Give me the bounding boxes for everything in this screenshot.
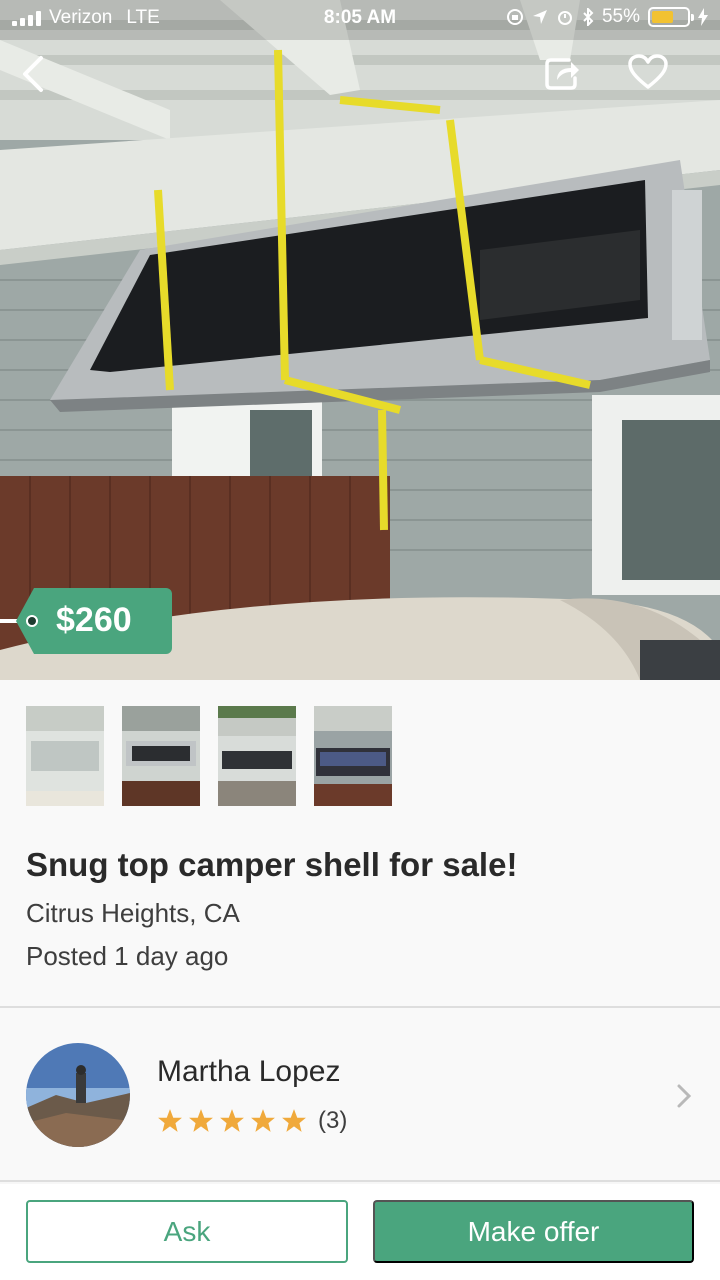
photo-thumbnails [26, 706, 392, 806]
alarm-icon [557, 11, 572, 25]
make-offer-button[interactable]: Make offer [373, 1200, 694, 1263]
share-icon [545, 58, 579, 90]
seller-row[interactable]: Martha Lopez (3) [0, 1008, 720, 1182]
back-arrow-icon [23, 56, 43, 92]
listing-details: Snug top camper shell for sale! Citrus H… [0, 680, 720, 1006]
photo-thumbnail-4[interactable] [314, 706, 392, 806]
chevron-right-icon [677, 1084, 692, 1108]
listing-screen: Verizon LTE 8:05 AM 55% $260 Snug top ca… [0, 0, 720, 1280]
share-button[interactable] [532, 44, 592, 104]
seller-name: Martha Lopez [157, 1055, 341, 1088]
rating-count: (3) [318, 1107, 348, 1134]
battery-icon [648, 7, 694, 27]
listing-location: Citrus Heights, CA [26, 898, 240, 928]
orientation-lock-icon [506, 9, 523, 25]
price-tag: $260 [0, 588, 172, 654]
heart-icon [628, 54, 668, 89]
price-label: $260 [56, 601, 132, 639]
star-icon [189, 1109, 213, 1132]
bluetooth-icon [583, 8, 594, 26]
photo-thumbnail-3[interactable] [218, 706, 296, 806]
ask-button[interactable]: Ask [26, 1200, 348, 1263]
main-listing-photo[interactable] [0, 0, 720, 680]
seller-avatar [26, 1043, 130, 1147]
status-icons: 55% [506, 6, 708, 28]
star-icon [220, 1109, 244, 1132]
status-bar: Verizon LTE 8:05 AM 55% [0, 0, 720, 38]
charging-bolt-icon [698, 8, 708, 26]
battery-percent: 55% [601, 6, 640, 27]
star-icon [251, 1109, 275, 1132]
bottom-action-bar: Ask Make offer [0, 1184, 720, 1280]
photo-thumbnail-2[interactable] [122, 706, 200, 806]
section-divider [0, 1180, 720, 1182]
star-icon [158, 1109, 182, 1132]
photo-thumbnail-1[interactable] [26, 706, 104, 806]
star-icon [282, 1109, 306, 1132]
price-tag-hole [26, 615, 38, 627]
listing-posted-time: Posted 1 day ago [26, 941, 229, 971]
favorite-button[interactable] [618, 42, 678, 102]
location-arrow-icon [532, 10, 547, 24]
back-button[interactable] [3, 44, 63, 104]
seller-rating: (3) [157, 1107, 347, 1135]
listing-title: Snug top camper shell for sale! [26, 846, 518, 883]
